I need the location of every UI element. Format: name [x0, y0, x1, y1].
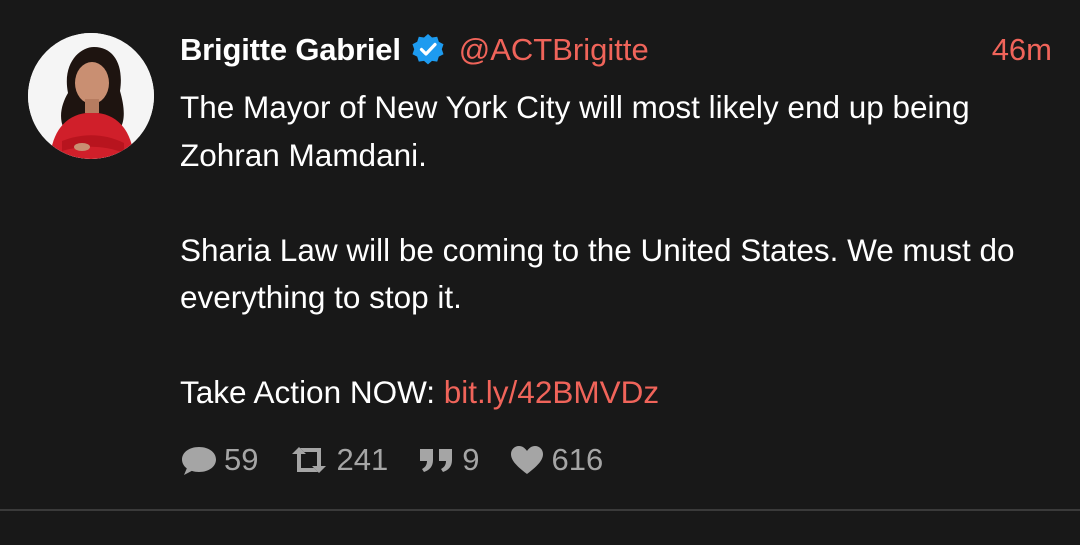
- divider: [0, 509, 1080, 511]
- tweet-body: The Mayor of New York City will most lik…: [180, 84, 1040, 417]
- tweet-header: Brigitte Gabriel @ACTBrigitte 46m: [180, 28, 1052, 72]
- tweet-cta: Take Action NOW: bit.ly/42BMVDz: [180, 369, 1040, 417]
- reply-count: 59: [224, 442, 259, 477]
- author-name[interactable]: Brigitte Gabriel: [180, 32, 401, 68]
- cta-text: Take Action NOW:: [180, 374, 444, 410]
- quote-count: 9: [462, 442, 480, 477]
- like-icon: [509, 444, 551, 476]
- retweet-count: 241: [336, 442, 389, 477]
- retweet-button[interactable]: 241: [288, 442, 388, 478]
- tweet-paragraph: Sharia Law will be coming to the United …: [180, 231, 1015, 316]
- tweet-actions: 59 241 9 616: [180, 438, 633, 482]
- reply-button[interactable]: 59: [180, 442, 258, 478]
- author-handle[interactable]: @ACTBrigitte: [459, 32, 649, 68]
- like-button[interactable]: 616: [509, 442, 603, 478]
- quote-button[interactable]: 9: [418, 442, 479, 478]
- like-count: 616: [551, 442, 604, 477]
- quote-icon: [418, 446, 462, 474]
- avatar[interactable]: [28, 33, 154, 159]
- tweet-paragraph: The Mayor of New York City will most lik…: [180, 89, 970, 173]
- verified-badge-icon: [411, 33, 445, 67]
- tweet-timestamp[interactable]: 46m: [992, 32, 1052, 68]
- reply-icon: [180, 443, 224, 477]
- tweet-card[interactable]: Brigitte Gabriel @ACTBrigitte 46m The Ma…: [0, 0, 1080, 510]
- retweet-icon: [288, 445, 336, 475]
- tweet-link[interactable]: bit.ly/42BMVDz: [444, 374, 659, 410]
